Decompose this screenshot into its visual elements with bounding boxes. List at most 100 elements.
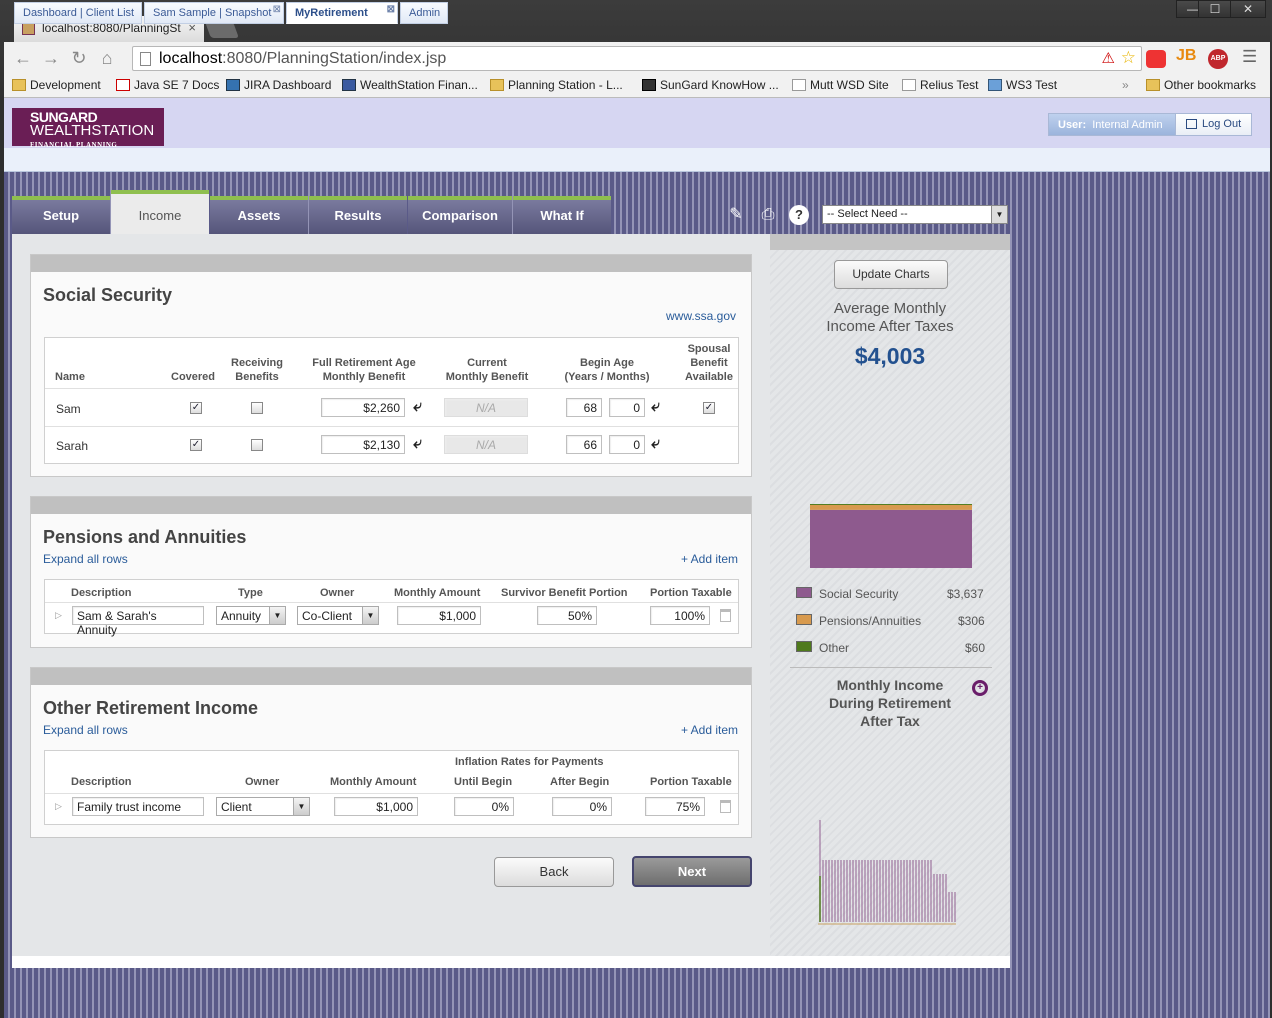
back-button[interactable]: Back bbox=[494, 857, 614, 887]
begin-months-input[interactable]: 0 bbox=[609, 398, 645, 417]
forward-arrow-icon[interactable]: → bbox=[40, 49, 62, 67]
begin-years-input[interactable]: 66 bbox=[566, 435, 602, 454]
bookmark-item[interactable]: Relius Test bbox=[902, 78, 978, 92]
divider bbox=[790, 667, 992, 668]
survivor-portion-input[interactable]: 50% bbox=[537, 606, 597, 625]
bar-segment-2 bbox=[810, 504, 972, 505]
reload-icon[interactable]: ↻ bbox=[68, 49, 90, 67]
tab-assets[interactable]: Assets bbox=[210, 196, 308, 234]
adblock-icon[interactable]: ABP bbox=[1208, 49, 1228, 69]
print-icon[interactable]: ⎙ bbox=[758, 205, 778, 225]
add-item-link[interactable]: + Add item bbox=[681, 723, 738, 737]
app-tab-bar bbox=[4, 148, 1270, 172]
trash-icon[interactable] bbox=[720, 800, 731, 813]
logout-icon bbox=[1186, 119, 1197, 129]
fra-benefit-input[interactable]: $2,130 bbox=[321, 435, 405, 454]
maximize-button[interactable]: ☐ bbox=[1198, 0, 1232, 18]
back-arrow-icon[interactable]: ← bbox=[12, 49, 34, 67]
monthly-income-title: Monthly Income During Retirement After Tax bbox=[828, 677, 952, 729]
tab-results[interactable]: Results bbox=[309, 196, 407, 234]
bookmark-item[interactable]: Mutt WSD Site bbox=[792, 78, 889, 92]
new-tab-button[interactable] bbox=[205, 22, 239, 38]
extension-icon[interactable] bbox=[1146, 50, 1166, 68]
close-window-button[interactable]: ✕ bbox=[1230, 0, 1266, 18]
wealthstation-icon bbox=[342, 79, 356, 91]
tab-income[interactable]: Income bbox=[111, 190, 209, 234]
expand-all-link[interactable]: Expand all rows bbox=[43, 552, 128, 566]
tab-dashboard[interactable]: Dashboard | Client List bbox=[14, 2, 142, 24]
url-host: localhost bbox=[159, 50, 223, 67]
undo-icon[interactable]: ⤶ bbox=[651, 398, 660, 416]
sungard-logo: SUNGARD WEALTHSTATION FINANCIAL PLANNING bbox=[12, 108, 164, 149]
menu-icon[interactable]: ☰ bbox=[1242, 47, 1257, 67]
pencil-icon[interactable]: ✎ bbox=[726, 205, 746, 225]
begin-years-input[interactable]: 68 bbox=[566, 398, 602, 417]
portion-taxable-input[interactable]: 100% bbox=[650, 606, 710, 625]
tab-comparison[interactable]: Comparison bbox=[408, 196, 512, 234]
expand-row-icon[interactable]: ▷ bbox=[55, 610, 62, 621]
help-icon[interactable]: ? bbox=[789, 205, 809, 225]
tab-setup[interactable]: Setup bbox=[12, 196, 110, 234]
undo-icon[interactable]: ⤶ bbox=[413, 398, 422, 416]
add-item-link[interactable]: + Add item bbox=[681, 552, 738, 566]
covered-checkbox[interactable]: ✓ bbox=[190, 439, 202, 451]
panel-header-bar bbox=[31, 497, 751, 514]
fra-benefit-input[interactable]: $2,260 bbox=[321, 398, 405, 417]
description-input[interactable]: Sam & Sarah's Annuity bbox=[72, 606, 204, 637]
zoom-in-icon[interactable]: + bbox=[972, 680, 988, 696]
type-select[interactable]: Annuity ▼ bbox=[216, 606, 286, 625]
trash-icon[interactable] bbox=[720, 609, 731, 622]
monthly-amount-input[interactable]: $1,000 bbox=[334, 797, 418, 816]
tab-myretirement[interactable]: MyRetirement ⊠ bbox=[286, 2, 398, 24]
receiving-checkbox[interactable] bbox=[251, 439, 263, 451]
col-header-receiving: Receiving Benefits bbox=[231, 357, 283, 383]
sidebar-header-bar bbox=[770, 234, 1010, 250]
covered-checkbox[interactable]: ✓ bbox=[190, 402, 202, 414]
close-icon[interactable]: ⊠ bbox=[273, 4, 281, 15]
until-begin-input[interactable]: 0% bbox=[454, 797, 514, 816]
bookmark-item[interactable]: Planning Station - L... bbox=[490, 78, 623, 92]
pdf-extension-icon[interactable]: ⚠ bbox=[1102, 49, 1115, 67]
monthly-amount-input[interactable]: $1,000 bbox=[397, 606, 481, 625]
select-need-dropdown[interactable]: -- Select Need -- ▼ bbox=[822, 205, 1008, 224]
bookmarks-overflow-icon[interactable]: » bbox=[1122, 78, 1129, 92]
next-button[interactable]: Next bbox=[632, 856, 752, 887]
tab-snapshot[interactable]: Sam Sample | Snapshot ⊠ bbox=[144, 2, 284, 24]
panel-title: Pensions and Annuities bbox=[43, 527, 247, 547]
user-info: User: Internal Admin bbox=[1058, 119, 1163, 131]
bookmark-item[interactable]: Development bbox=[12, 78, 101, 92]
home-icon[interactable]: ⌂ bbox=[96, 49, 118, 67]
ssa-link[interactable]: www.ssa.gov bbox=[666, 309, 736, 323]
bookmark-item[interactable]: SunGard KnowHow ... bbox=[642, 78, 779, 92]
tab-what-if[interactable]: What If bbox=[513, 196, 611, 234]
after-begin-input[interactable]: 0% bbox=[552, 797, 612, 816]
chevron-down-icon: ▼ bbox=[269, 607, 285, 624]
bookmark-item[interactable]: Java SE 7 Docs bbox=[116, 78, 219, 92]
jb-extension-icon[interactable]: JB bbox=[1176, 47, 1196, 65]
other-bookmarks[interactable]: Other bookmarks bbox=[1146, 78, 1256, 92]
inflation-header: Inflation Rates for Payments bbox=[455, 756, 604, 768]
bookmark-item[interactable]: WS3 Test bbox=[988, 78, 1057, 92]
bookmark-item[interactable]: JIRA Dashboard bbox=[226, 78, 331, 92]
col-header: Description bbox=[71, 776, 132, 788]
undo-icon[interactable]: ⤶ bbox=[413, 435, 422, 453]
close-icon[interactable]: ⊠ bbox=[387, 4, 395, 15]
undo-icon[interactable]: ⤶ bbox=[651, 435, 660, 453]
tab-admin[interactable]: Admin bbox=[400, 2, 448, 24]
logout-button[interactable]: Log Out bbox=[1175, 114, 1251, 135]
expand-all-link[interactable]: Expand all rows bbox=[43, 723, 128, 737]
social-security-table: Name Covered Receiving Benefits Full Reti… bbox=[44, 337, 739, 464]
address-bar[interactable]: localhost:8080/PlanningStation/index.jsp… bbox=[132, 46, 1142, 71]
expand-row-icon[interactable]: ▷ bbox=[55, 801, 62, 812]
bookmark-item[interactable]: WealthStation Finan... bbox=[342, 78, 478, 92]
begin-months-input[interactable]: 0 bbox=[609, 435, 645, 454]
description-input[interactable]: Family trust income bbox=[72, 797, 204, 816]
receiving-checkbox[interactable] bbox=[251, 402, 263, 414]
portion-taxable-input[interactable]: 75% bbox=[645, 797, 705, 816]
star-bookmark-icon[interactable]: ☆ bbox=[1121, 48, 1136, 68]
owner-select[interactable]: Co-Client ▼ bbox=[297, 606, 379, 625]
spousal-checkbox[interactable]: ✓ bbox=[703, 402, 715, 414]
update-charts-button[interactable]: Update Charts bbox=[834, 260, 948, 289]
browser-toolbar: ← → ↻ ⌂ localhost:8080/PlanningStation/i… bbox=[4, 42, 1270, 74]
owner-select[interactable]: Client ▼ bbox=[216, 797, 310, 816]
